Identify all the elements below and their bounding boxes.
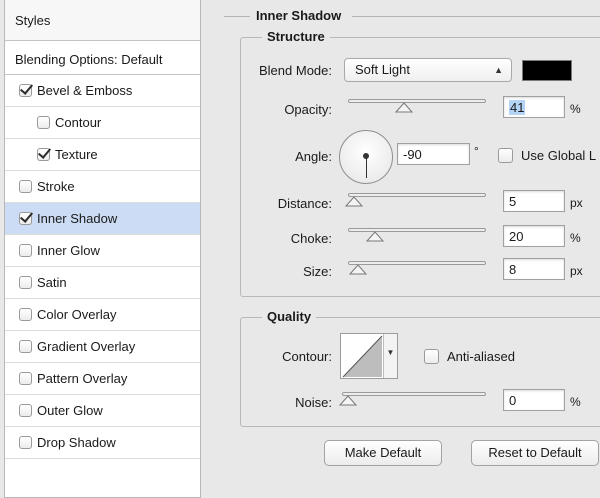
updown-arrows-icon: ▲ xyxy=(494,65,503,75)
style-checkbox[interactable] xyxy=(19,244,32,257)
distance-field[interactable]: 5 xyxy=(503,190,565,212)
angle-unit: ° xyxy=(474,144,479,158)
anti-aliased-checkbox[interactable] xyxy=(424,349,439,364)
section-title-inner-shadow: Inner Shadow xyxy=(256,8,342,23)
distance-value: 5 xyxy=(509,194,517,209)
contour-label: Contour: xyxy=(282,349,332,364)
style-item-label: Contour xyxy=(55,115,102,130)
reset-to-default-button[interactable]: Reset to Default xyxy=(471,440,599,466)
style-item-outer-glow[interactable]: Outer Glow xyxy=(5,395,200,427)
blend-mode-value: Soft Light xyxy=(355,62,410,77)
angle-center-dot xyxy=(363,153,369,159)
styles-header[interactable]: Styles xyxy=(5,0,200,41)
title-rule-left xyxy=(224,16,250,17)
style-item-texture[interactable]: Texture xyxy=(5,139,200,171)
style-checkbox[interactable] xyxy=(19,372,32,385)
style-checkbox[interactable] xyxy=(37,116,50,129)
noise-field[interactable]: 0 xyxy=(503,389,565,411)
noise-unit: % xyxy=(570,395,581,409)
style-item-label: Gradient Overlay xyxy=(37,339,136,354)
style-item-gradient-overlay[interactable]: Gradient Overlay xyxy=(5,331,200,363)
slider-thumb-icon xyxy=(339,395,357,406)
angle-dial[interactable] xyxy=(339,130,393,184)
style-item-color-overlay[interactable]: Color Overlay xyxy=(5,299,200,331)
use-global-light-label: Use Global L xyxy=(521,148,597,163)
style-item-drop-shadow[interactable]: Drop Shadow xyxy=(5,427,200,459)
style-item-label: Inner Glow xyxy=(37,243,100,258)
style-checkbox[interactable] xyxy=(19,308,32,321)
blend-mode-label: Blend Mode: xyxy=(259,63,332,78)
style-checkbox[interactable] xyxy=(19,212,32,225)
opacity-unit: % xyxy=(570,102,581,116)
style-item-label: Inner Shadow xyxy=(37,211,118,226)
noise-label: Noise: xyxy=(295,395,332,410)
slider-thumb-icon xyxy=(345,196,363,207)
style-checkbox[interactable] xyxy=(19,276,32,289)
style-checkbox[interactable] xyxy=(37,148,50,161)
contour-preview-icon xyxy=(342,335,383,378)
style-checkbox[interactable] xyxy=(19,404,32,417)
style-item-pattern-overlay[interactable]: Pattern Overlay xyxy=(5,363,200,395)
style-item-label: Pattern Overlay xyxy=(37,371,128,386)
noise-slider-track[interactable] xyxy=(342,392,486,396)
style-item-inner-shadow[interactable]: Inner Shadow xyxy=(5,203,200,235)
style-item-contour[interactable]: Contour xyxy=(5,107,200,139)
style-item-stroke[interactable]: Stroke xyxy=(5,171,200,203)
slider-thumb-icon xyxy=(366,231,384,242)
opacity-slider-track[interactable] xyxy=(348,99,486,103)
style-item-label: Satin xyxy=(37,275,67,290)
size-value: 8 xyxy=(509,262,517,277)
angle-value: -90 xyxy=(403,147,422,162)
slider-thumb-icon xyxy=(349,264,367,275)
anti-aliased-label: Anti-aliased xyxy=(447,349,515,364)
style-item-bevel-and-emboss[interactable]: Bevel & Emboss xyxy=(5,75,200,107)
distance-slider-track[interactable] xyxy=(348,193,486,197)
quality-title: Quality xyxy=(262,309,317,324)
style-item-satin[interactable]: Satin xyxy=(5,267,200,299)
opacity-label: Opacity: xyxy=(284,102,332,117)
style-checkbox[interactable] xyxy=(19,340,32,353)
blending-options-item[interactable]: Blending Options: Default xyxy=(5,41,200,75)
noise-value: 0 xyxy=(509,393,517,408)
style-item-label: Drop Shadow xyxy=(37,435,116,450)
style-item-inner-glow[interactable]: Inner Glow xyxy=(5,235,200,267)
style-item-label: Stroke xyxy=(37,179,75,194)
opacity-value: 41 xyxy=(509,100,526,115)
size-label: Size: xyxy=(303,264,332,279)
style-item-label: Color Overlay xyxy=(37,307,117,322)
distance-unit: px xyxy=(570,196,583,210)
choke-field[interactable]: 20 xyxy=(503,225,565,247)
style-item-label: Outer Glow xyxy=(37,403,103,418)
contour-picker[interactable]: ▼ xyxy=(340,333,398,379)
styles-list: Styles Blending Options: Default Bevel &… xyxy=(4,0,201,498)
title-rule-right xyxy=(352,16,600,17)
choke-value: 20 xyxy=(509,229,524,244)
make-default-button[interactable]: Make Default xyxy=(324,440,442,466)
use-global-light-toggle[interactable]: Use Global L xyxy=(498,148,596,163)
opacity-field[interactable]: 41 xyxy=(503,96,565,118)
anti-aliased-toggle[interactable]: Anti-aliased xyxy=(424,349,515,364)
shadow-color-swatch[interactable] xyxy=(522,60,572,81)
choke-unit: % xyxy=(570,231,581,245)
angle-label: Angle: xyxy=(295,149,332,164)
use-global-light-checkbox[interactable] xyxy=(498,148,513,163)
angle-needle xyxy=(366,156,367,178)
blend-mode-select[interactable]: Soft Light ▲ xyxy=(344,58,512,82)
style-checkbox[interactable] xyxy=(19,436,32,449)
size-field[interactable]: 8 xyxy=(503,258,565,280)
distance-label: Distance: xyxy=(277,196,332,211)
contour-dropdown-arrow-icon[interactable]: ▼ xyxy=(383,334,397,378)
style-checkbox[interactable] xyxy=(19,180,32,193)
choke-label: Choke: xyxy=(290,231,332,246)
structure-title: Structure xyxy=(262,29,330,44)
style-item-label: Bevel & Emboss xyxy=(37,83,133,98)
size-slider-track[interactable] xyxy=(348,261,486,265)
style-item-label: Texture xyxy=(55,147,98,162)
slider-thumb-icon xyxy=(395,102,413,113)
style-checkbox[interactable] xyxy=(19,84,32,97)
size-unit: px xyxy=(570,264,583,278)
angle-field[interactable]: -90 xyxy=(397,143,470,165)
